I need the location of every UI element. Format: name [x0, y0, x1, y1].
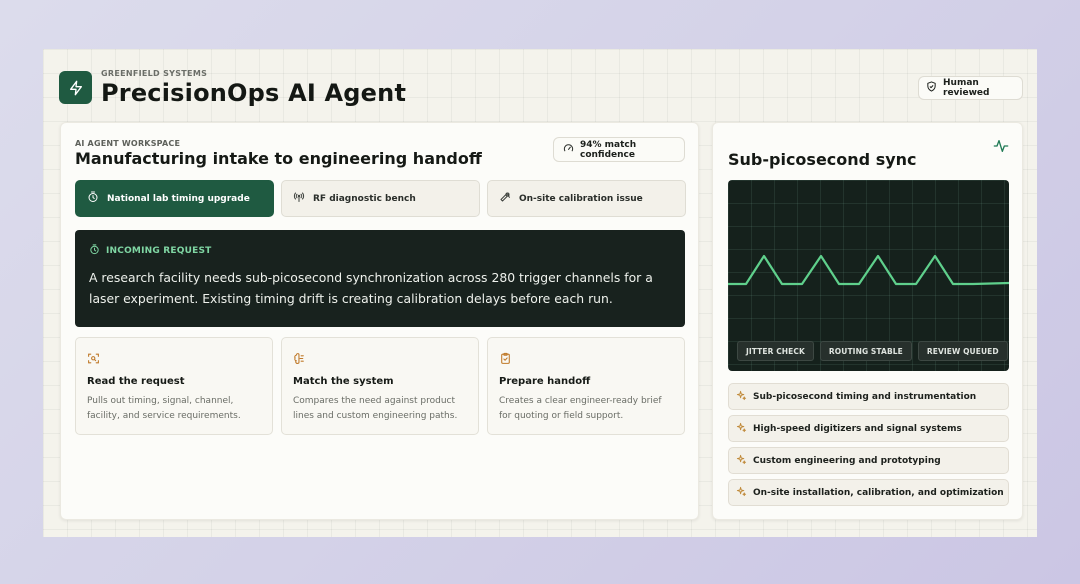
incoming-request-label: INCOMING REQUEST	[106, 246, 212, 256]
brand-kicker: GREENFIELD SYSTEMS	[101, 69, 208, 78]
step-description: Compares the need against product lines …	[293, 396, 458, 421]
capability-label: On-site installation, calibration, and o…	[753, 487, 1004, 498]
match-confidence-badge: 94% match confidence	[553, 137, 685, 162]
incoming-request-text: A research facility needs sub-picosecond…	[89, 270, 653, 306]
shield-check-icon	[926, 81, 937, 95]
timing-scope-display: JITTER CHECK ROUTING STABLE REVIEW QUEUE…	[728, 180, 1009, 371]
tab-rf-diagnostic-bench[interactable]: RF diagnostic bench	[281, 180, 480, 217]
step-title: Read the request	[87, 376, 185, 387]
bolt-icon	[59, 71, 92, 104]
antenna-icon	[293, 191, 305, 206]
scope-status-badges: JITTER CHECK ROUTING STABLE REVIEW QUEUE…	[737, 341, 1008, 361]
timer-icon	[89, 244, 100, 258]
wrench-icon	[499, 191, 511, 206]
step-title: Match the system	[293, 376, 394, 387]
sync-title: Sub-picosecond sync	[728, 150, 917, 169]
pulse-icon	[993, 138, 1009, 158]
step-card-handoff: Prepare handoff Creates a clear engineer…	[487, 337, 685, 435]
tab-label: On-site calibration issue	[519, 193, 643, 204]
workspace-kicker: AI AGENT WORKSPACE	[75, 139, 181, 148]
tab-national-lab-timing-upgrade[interactable]: National lab timing upgrade	[75, 180, 274, 217]
agent-workspace-card: AI AGENT WORKSPACE Manufacturing intake …	[60, 122, 699, 520]
review-queued-badge: REVIEW QUEUED	[917, 341, 1008, 361]
capability-item: High-speed digitizers and signal systems	[728, 415, 1009, 442]
sparkle-icon	[736, 486, 747, 500]
capability-item: On-site installation, calibration, and o…	[728, 479, 1009, 506]
gauge-icon	[563, 143, 574, 157]
scan-icon	[87, 350, 100, 369]
workspace-title: Manufacturing intake to engineering hand…	[75, 149, 482, 168]
clipboard-check-icon	[499, 350, 512, 369]
sparkle-icon	[736, 390, 747, 404]
match-confidence-label: 94% match confidence	[580, 139, 637, 160]
incoming-request-panel: INCOMING REQUEST A research facility nee…	[75, 230, 685, 327]
brain-icon	[293, 350, 306, 369]
waveform-line	[728, 254, 1009, 286]
page-title: PrecisionOps AI Agent	[101, 79, 407, 107]
tab-label: RF diagnostic bench	[313, 193, 416, 204]
step-card-read: Read the request Pulls out timing, signa…	[75, 337, 273, 435]
tab-on-site-calibration-issue[interactable]: On-site calibration issue	[487, 180, 686, 217]
app-frame: GREENFIELD SYSTEMS PrecisionOps AI Agent…	[43, 49, 1037, 537]
capability-item: Sub-picosecond timing and instrumentatio…	[728, 383, 1009, 410]
agent-steps: Read the request Pulls out timing, signa…	[75, 337, 685, 435]
step-description: Pulls out timing, signal, channel, facil…	[87, 396, 241, 421]
step-title: Prepare handoff	[499, 376, 591, 387]
timer-icon	[87, 191, 99, 206]
sync-card: Sub-picosecond sync JITTER CHECK ROUTING…	[712, 122, 1023, 520]
capability-item: Custom engineering and prototyping	[728, 447, 1009, 474]
capability-label: Custom engineering and prototyping	[753, 455, 941, 466]
sparkle-icon	[736, 422, 747, 436]
incoming-request-heading: INCOMING REQUEST	[89, 244, 671, 258]
jitter-check-badge: JITTER CHECK	[737, 341, 814, 361]
step-card-match: Match the system Compares the need again…	[281, 337, 479, 435]
routing-stable-badge: ROUTING STABLE	[819, 341, 912, 361]
sparkle-icon	[736, 454, 747, 468]
human-reviewed-badge: Human reviewed	[918, 76, 1023, 100]
tab-label: National lab timing upgrade	[107, 193, 250, 204]
capability-label: High-speed digitizers and signal systems	[753, 423, 962, 434]
capability-label: Sub-picosecond timing and instrumentatio…	[753, 391, 977, 402]
scenario-tabs: National lab timing upgrade RF diagnosti…	[75, 180, 686, 217]
capability-list: Sub-picosecond timing and instrumentatio…	[728, 383, 1009, 506]
human-reviewed-label: Human reviewed	[943, 78, 990, 98]
step-description: Creates a clear engineer-ready brief for…	[499, 396, 662, 421]
